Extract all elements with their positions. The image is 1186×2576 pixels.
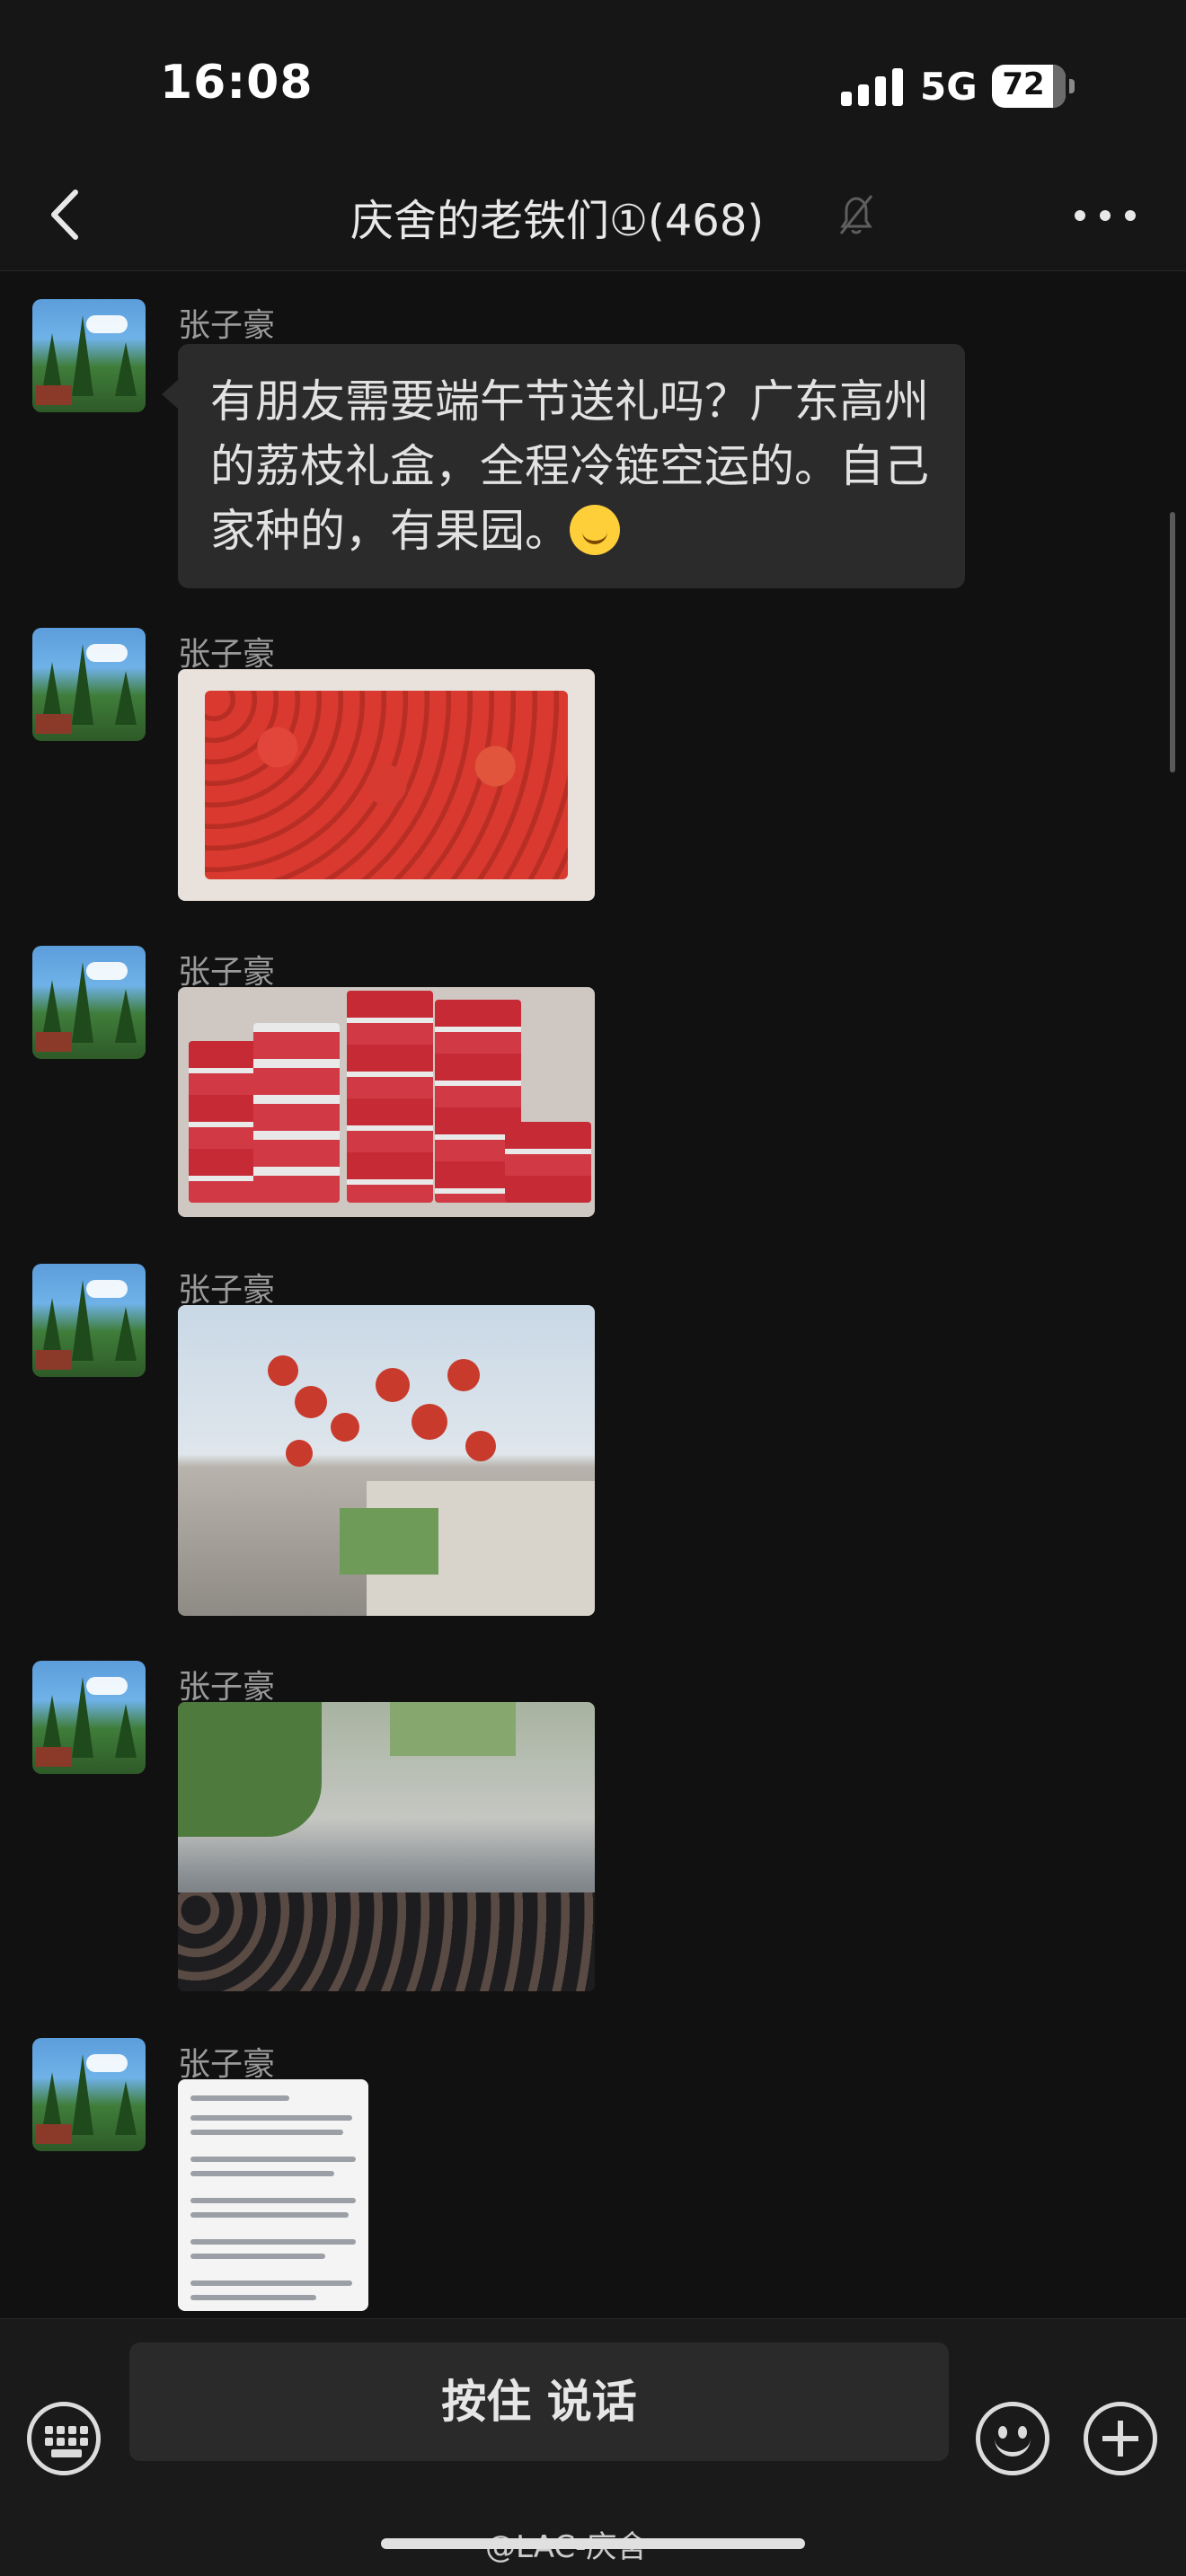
emoji-face-icon[interactable] (976, 2402, 1049, 2475)
plus-circle-icon[interactable] (1084, 2402, 1157, 2475)
battery-level: 72 (1002, 66, 1045, 102)
chevron-left-icon[interactable] (40, 183, 93, 246)
lychees-in-box-photo[interactable] (178, 669, 595, 901)
sender-name: 张子豪 (178, 2046, 276, 2083)
sender-name: 张子豪 (178, 1272, 276, 1309)
signal-icon (841, 66, 904, 106)
smiling-face-emoji (570, 505, 620, 555)
crowd-gathering-photo[interactable] (178, 1702, 595, 1991)
avatar[interactable] (32, 1661, 146, 1774)
avatar[interactable] (32, 1264, 146, 1377)
chat-nav-bar: 庆舍的老铁们①(468) (0, 162, 1186, 271)
avatar[interactable] (32, 946, 146, 1059)
bell-off-icon (836, 192, 877, 239)
status-bar: 16:08 5G 72 (0, 0, 1186, 162)
hold-to-talk-button[interactable]: 按住 说话 (129, 2342, 949, 2461)
more-dots-icon[interactable] (1075, 198, 1137, 234)
status-time: 16:08 (160, 56, 314, 110)
sender-name: 张子豪 (178, 1669, 276, 1706)
sender-name: 张子豪 (178, 307, 276, 344)
battery-nub (1069, 79, 1075, 93)
battery-icon: 72 (992, 65, 1066, 108)
stacked-gift-boxes-photo[interactable] (178, 987, 595, 1217)
avatar[interactable] (32, 628, 146, 741)
lychee-tree-building-photo[interactable] (178, 1305, 595, 1616)
network-label: 5G (920, 65, 978, 109)
home-indicator[interactable] (381, 2538, 805, 2549)
chat-title[interactable]: 庆舍的老铁们①(468) (350, 185, 764, 248)
sender-name: 张子豪 (178, 954, 276, 991)
scroll-indicator[interactable] (1170, 512, 1175, 772)
sender-name: 张子豪 (178, 636, 276, 673)
avatar[interactable] (32, 2038, 146, 2151)
text-bubble[interactable]: 有朋友需要端午节送礼吗？广东高州的荔枝礼盒，全程冷链空运的。自己家种的，有果园。 (162, 344, 965, 588)
avatar[interactable] (32, 299, 146, 412)
document-screenshot-photo[interactable] (178, 2079, 368, 2311)
message-list[interactable]: 张子豪 有朋友需要端午节送礼吗？广东高州的荔枝礼盒，全程冷链空运的。自己家种的，… (0, 272, 1186, 2318)
keyboard-icon[interactable] (27, 2402, 101, 2475)
